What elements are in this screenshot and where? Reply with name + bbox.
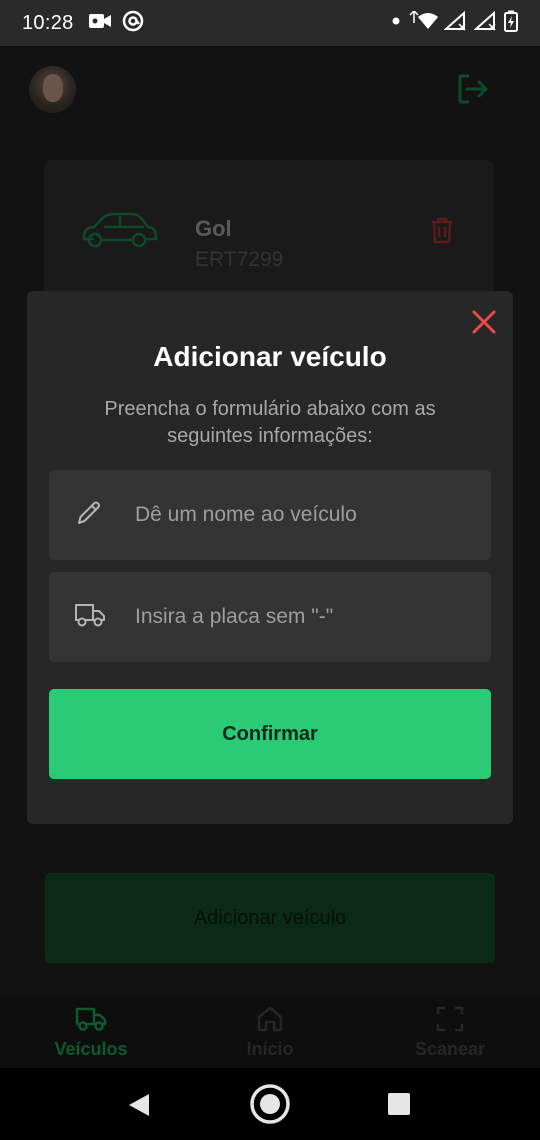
signal-icon: [473, 10, 498, 36]
bottom-nav: Veículos Início Scanear: [0, 996, 540, 1068]
add-vehicle-button-label: Adicionar veículo: [193, 906, 347, 929]
logout-icon[interactable]: [455, 72, 489, 106]
trash-icon[interactable]: [430, 216, 454, 249]
pencil-icon: [74, 498, 104, 533]
vehicle-card[interactable]: Gol ERT7299: [44, 160, 494, 300]
vehicle-plate-field[interactable]: [49, 572, 491, 662]
nav-item-veiculos[interactable]: Veículos: [26, 1006, 156, 1060]
home-icon: [205, 1006, 335, 1037]
vehicle-name: Gol: [195, 216, 232, 241]
back-icon[interactable]: [127, 1092, 153, 1123]
truck-icon: [74, 601, 106, 634]
home-button-icon[interactable]: [248, 1082, 292, 1131]
recent-apps-icon[interactable]: [388, 1093, 410, 1115]
status-bar: 10:28: [0, 0, 540, 46]
scan-icon: [385, 1006, 515, 1037]
close-icon[interactable]: [470, 308, 498, 336]
vehicle-name-input[interactable]: [135, 470, 475, 560]
modal-title: Adicionar veículo: [153, 341, 387, 372]
nav-label-veiculos: Veículos: [54, 1039, 128, 1059]
nav-item-inicio[interactable]: Início: [205, 1006, 335, 1060]
system-nav-bar: [0, 1068, 540, 1140]
nav-label-inicio: Início: [246, 1039, 294, 1059]
signal-icon: [443, 10, 468, 36]
car-icon: [80, 212, 160, 253]
vehicle-name-field[interactable]: [49, 470, 491, 560]
notification-dot-icon: [390, 14, 402, 32]
battery-icon: [504, 10, 518, 37]
confirm-button[interactable]: Confirmar: [49, 689, 491, 779]
status-time: 10:28: [22, 11, 74, 34]
add-vehicle-modal: Adicionar veículo Preencha o formulário …: [27, 291, 513, 824]
vehicle-plate: ERT7299: [195, 248, 284, 271]
at-sign-icon: [122, 10, 144, 37]
wifi-icon: [408, 9, 438, 36]
video-camera-icon: [88, 12, 112, 35]
modal-description: Preencha o formulário abaixo com as segu…: [104, 398, 436, 447]
user-avatar[interactable]: [29, 66, 76, 113]
add-vehicle-button[interactable]: Adicionar veículo: [45, 873, 495, 963]
truck-icon: [26, 1006, 156, 1037]
nav-label-scanear: Scanear: [414, 1039, 486, 1059]
vehicle-plate-input[interactable]: [135, 572, 475, 662]
nav-item-scanear[interactable]: Scanear: [385, 1006, 515, 1060]
